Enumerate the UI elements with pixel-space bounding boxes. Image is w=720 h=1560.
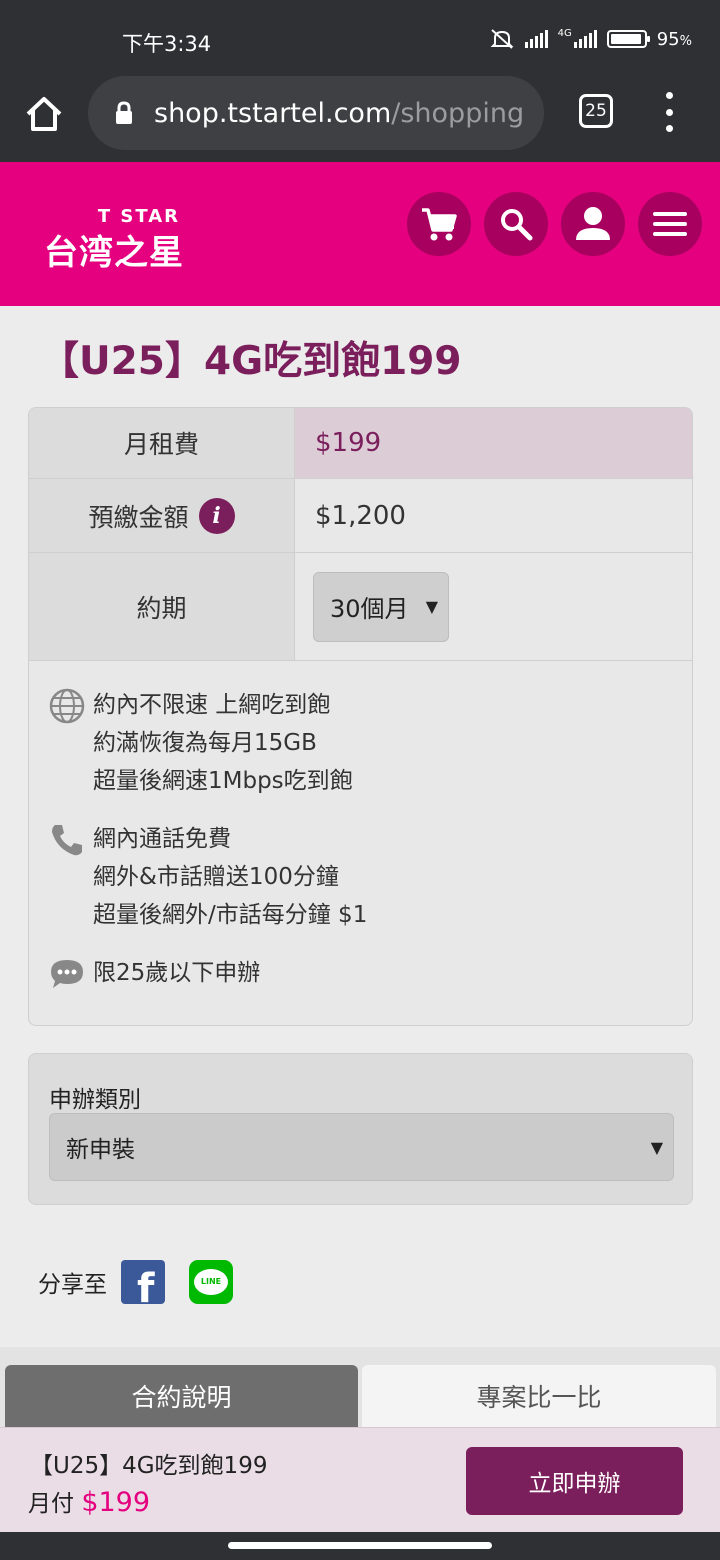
feature-line: 網內通話免費 [93, 826, 231, 852]
status-icons: 4G 95% [489, 28, 692, 50]
feature-data: 約內不限速 上網吃到飽 約滿恢復為每月15GB 超量後網速1Mbps吃到飽 [49, 686, 679, 800]
monthly-fee-value: $199 [295, 408, 692, 478]
network-type: 4G [557, 28, 572, 39]
battery-icon [606, 30, 650, 48]
monthly-fee-label: 月租費 [29, 408, 295, 478]
search-icon [501, 209, 533, 241]
account-button[interactable] [561, 192, 625, 256]
menu-icon [653, 212, 687, 236]
more-options-icon[interactable] [660, 92, 678, 132]
feature-eligibility: 限25歲以下申辦 [49, 954, 679, 992]
line-icon: LINE [194, 1269, 228, 1295]
bottom-monthly-price: 月付 $199 [28, 1484, 150, 1518]
monthly-fee-row: 月租費 $199 [29, 408, 692, 479]
prepay-label-cell: 預繳金額 i [29, 479, 295, 552]
prepay-row: 預繳金額 i $1,200 [29, 479, 692, 553]
bottom-plan-name: 【U25】4G吃到飽199 [30, 1453, 268, 1479]
menu-button[interactable] [638, 192, 702, 256]
contract-period-cell: 30個月 ▼ [295, 553, 692, 660]
dropdown-caret-icon: ▼ [425, 597, 438, 616]
signal-4g-icon [573, 30, 597, 48]
signal-icon [524, 30, 548, 48]
home-icon[interactable] [22, 92, 66, 136]
dropdown-caret-icon: ▼ [650, 1137, 663, 1157]
mute-icon [490, 29, 514, 49]
contract-period-value: 30個月 [330, 595, 409, 623]
prepay-value: $1,200 [315, 500, 406, 531]
cart-icon [422, 208, 457, 241]
system-nav-bar [0, 1532, 720, 1560]
apply-type-value: 新申裝 [66, 1137, 135, 1163]
contract-period-select[interactable]: 30個月 ▼ [313, 571, 449, 642]
page-title: 【U25】4G吃到飽199 [40, 339, 462, 384]
feature-voice: 網內通話免費 網外&市話贈送100分鐘 超量後網外/市話每分鐘 $1 [49, 820, 679, 934]
feature-line: 約滿恢復為每月15GB [93, 730, 317, 756]
line-share-button[interactable]: LINE [189, 1260, 233, 1304]
site-header: T STAR 台湾之星 [0, 162, 720, 306]
contract-period-row: 約期 30個月 ▼ [29, 553, 692, 661]
contract-period-label: 約期 [29, 553, 295, 660]
url-text: shop.tstartel.com/shopping/i [154, 97, 524, 129]
tab-switcher-button[interactable]: 25 [579, 94, 613, 128]
battery-level: 95% [656, 28, 692, 50]
apply-type-section: 申辦類別 新申裝 ▼ [28, 1053, 693, 1205]
apply-type-select[interactable]: 新申裝 ▼ [49, 1113, 674, 1181]
url-bar[interactable]: shop.tstartel.com/shopping/i [88, 76, 544, 150]
lock-icon [116, 101, 132, 124]
apply-now-button[interactable]: 立即申辦 [466, 1447, 683, 1515]
feature-line: 超量後網外/市話每分鐘 $1 [93, 902, 368, 928]
feature-line: 超量後網速1Mbps吃到飽 [93, 768, 353, 794]
globe-icon [49, 688, 85, 724]
plan-features: 約內不限速 上網吃到飽 約滿恢復為每月15GB 超量後網速1Mbps吃到飽 網內… [49, 686, 679, 1012]
tab-bar: 合約說明 專案比一比 [0, 1347, 720, 1427]
info-icon[interactable]: i [198, 497, 235, 534]
browser-toolbar: shop.tstartel.com/shopping/i 25 [0, 72, 720, 162]
monthly-label: 月付 [28, 1491, 74, 1517]
user-icon [576, 207, 610, 240]
bottom-purchase-bar: 【U25】4G吃到飽199 月付 $199 立即申辦 [0, 1427, 720, 1532]
feature-line: 網外&市話贈送100分鐘 [93, 864, 339, 890]
facebook-icon: f [137, 1266, 155, 1304]
share-section: 分享至 f LINE [38, 1260, 233, 1304]
feature-line: 限25歲以下申辦 [93, 960, 261, 986]
facebook-share-button[interactable]: f [121, 1260, 165, 1304]
feature-line: 約內不限速 上網吃到飽 [93, 692, 331, 718]
home-gesture-handle[interactable] [228, 1542, 492, 1549]
phone-icon [52, 825, 82, 856]
prepay-label: 預繳金額 [88, 502, 189, 532]
status-time: 下午3:34 [122, 32, 212, 56]
apply-type-label: 申辦類別 [49, 1087, 141, 1113]
status-bar: 下午3:34 4G 95% [0, 0, 720, 72]
monthly-price: $199 [81, 1487, 151, 1518]
cart-button[interactable] [407, 192, 471, 256]
share-label: 分享至 [38, 1272, 107, 1298]
tab-compare-plans[interactable]: 專案比一比 [362, 1365, 716, 1427]
tab-contract-details[interactable]: 合約說明 [5, 1365, 358, 1427]
search-button[interactable] [484, 192, 548, 256]
plan-spec-card: 月租費 $199 預繳金額 i $1,200 約期 30個月 ▼ 約內不限速 上… [28, 407, 693, 1026]
chat-icon [51, 960, 83, 988]
brand-logo[interactable]: T STAR 台湾之星 [44, 206, 184, 274]
